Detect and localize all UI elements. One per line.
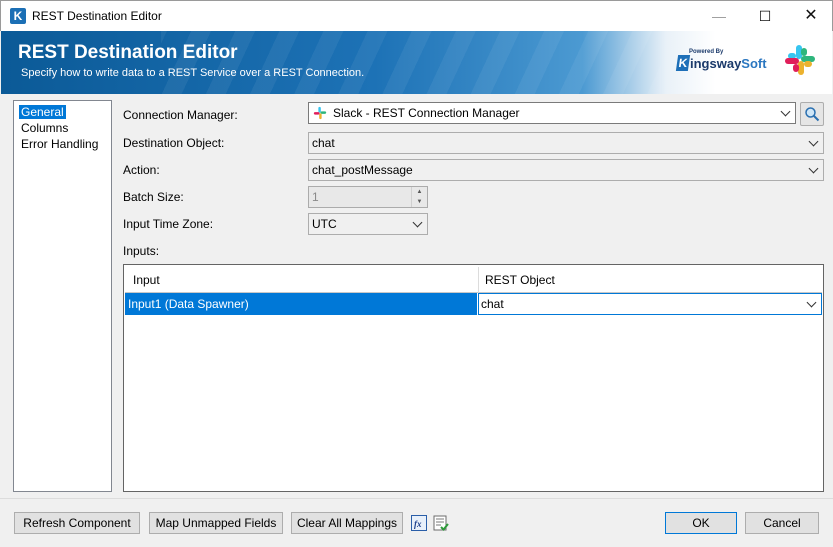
chevron-down-icon: [781, 103, 791, 123]
search-icon: [805, 107, 820, 122]
nav-item-general[interactable]: General: [19, 105, 66, 119]
action-label: Action:: [123, 163, 160, 177]
clear-all-mappings-button[interactable]: Clear All Mappings: [291, 512, 403, 534]
footer-bar: Refresh Component Map Unmapped Fields Cl…: [0, 498, 833, 547]
browse-connection-button[interactable]: [800, 102, 824, 126]
batch-size-spinner[interactable]: ▲ ▼: [411, 187, 427, 207]
rest-object-value: chat: [481, 297, 504, 311]
input-time-zone-select[interactable]: UTC: [308, 213, 428, 235]
nav-item-error-handling[interactable]: Error Handling: [19, 137, 100, 151]
inputs-grid: Input REST Object Input1 (Data Spawner) …: [123, 264, 824, 492]
destination-object-label: Destination Object:: [123, 136, 225, 150]
chevron-down-icon: [807, 294, 817, 314]
logo-text-a: ingsway: [690, 56, 742, 71]
connection-manager-value: Slack - REST Connection Manager: [333, 106, 520, 120]
expression-icon[interactable]: fx: [411, 515, 427, 531]
batch-size-value: 1: [312, 190, 319, 204]
banner-subtitle: Specify how to write data to a REST Serv…: [21, 67, 365, 79]
logo-text: ingswaySoft: [690, 56, 767, 71]
refresh-component-button[interactable]: Refresh Component: [14, 512, 140, 534]
close-button[interactable]: ✕: [788, 1, 833, 32]
rest-object-select[interactable]: chat: [478, 293, 822, 315]
slack-icon: [313, 106, 327, 120]
kingswaysoft-logo: Powered By K ingswaySoft: [675, 49, 767, 75]
nav-list: General Columns Error Handling: [13, 100, 112, 492]
table-row[interactable]: Input1 (Data Spawner) chat: [125, 293, 822, 315]
chevron-down-icon: [809, 160, 819, 180]
logo-text-b: Soft: [741, 56, 767, 71]
window-title: REST Destination Editor: [32, 9, 162, 23]
column-header-rest-object[interactable]: REST Object: [485, 273, 555, 287]
destination-object-select[interactable]: chat: [308, 132, 824, 154]
svg-text:fx: fx: [414, 519, 422, 529]
map-unmapped-fields-button[interactable]: Map Unmapped Fields: [149, 512, 283, 534]
maximize-button[interactable]: ☐: [742, 1, 788, 32]
input-time-zone-value: UTC: [312, 217, 337, 231]
connection-manager-label: Connection Manager:: [123, 108, 238, 122]
column-divider[interactable]: [478, 267, 479, 294]
batch-size-stepper[interactable]: 1 ▲ ▼: [308, 186, 428, 208]
chevron-down-icon: [809, 133, 819, 153]
action-value: chat_postMessage: [312, 163, 413, 177]
banner-title: REST Destination Editor: [18, 42, 238, 63]
slack-logo-icon: [785, 45, 815, 75]
header-banner: REST Destination Editor Specify how to w…: [1, 31, 832, 94]
logo-powered-by: Powered By: [689, 49, 724, 55]
validate-mapping-icon[interactable]: [433, 515, 449, 531]
destination-object-value: chat: [312, 136, 335, 150]
nav-item-columns[interactable]: Columns: [19, 121, 70, 135]
title-bar: K REST Destination Editor — ☐ ✕: [0, 0, 833, 31]
spin-up-icon[interactable]: ▲: [412, 187, 427, 197]
input-cell[interactable]: Input1 (Data Spawner): [125, 293, 477, 315]
action-select[interactable]: chat_postMessage: [308, 159, 824, 181]
minimize-button[interactable]: —: [696, 1, 742, 32]
ok-button[interactable]: OK: [665, 512, 737, 534]
grid-header: Input REST Object: [125, 266, 822, 294]
spin-down-icon[interactable]: ▼: [412, 197, 427, 207]
inputs-label: Inputs:: [123, 244, 160, 258]
logo-k-icon: K: [675, 55, 691, 71]
batch-size-label: Batch Size:: [123, 190, 184, 204]
cancel-button[interactable]: Cancel: [745, 512, 819, 534]
connection-manager-select[interactable]: Slack - REST Connection Manager: [308, 102, 796, 124]
chevron-down-icon: [413, 214, 423, 234]
input-time-zone-label: Input Time Zone:: [123, 217, 214, 231]
app-icon: K: [10, 8, 26, 24]
column-header-input[interactable]: Input: [133, 273, 160, 287]
